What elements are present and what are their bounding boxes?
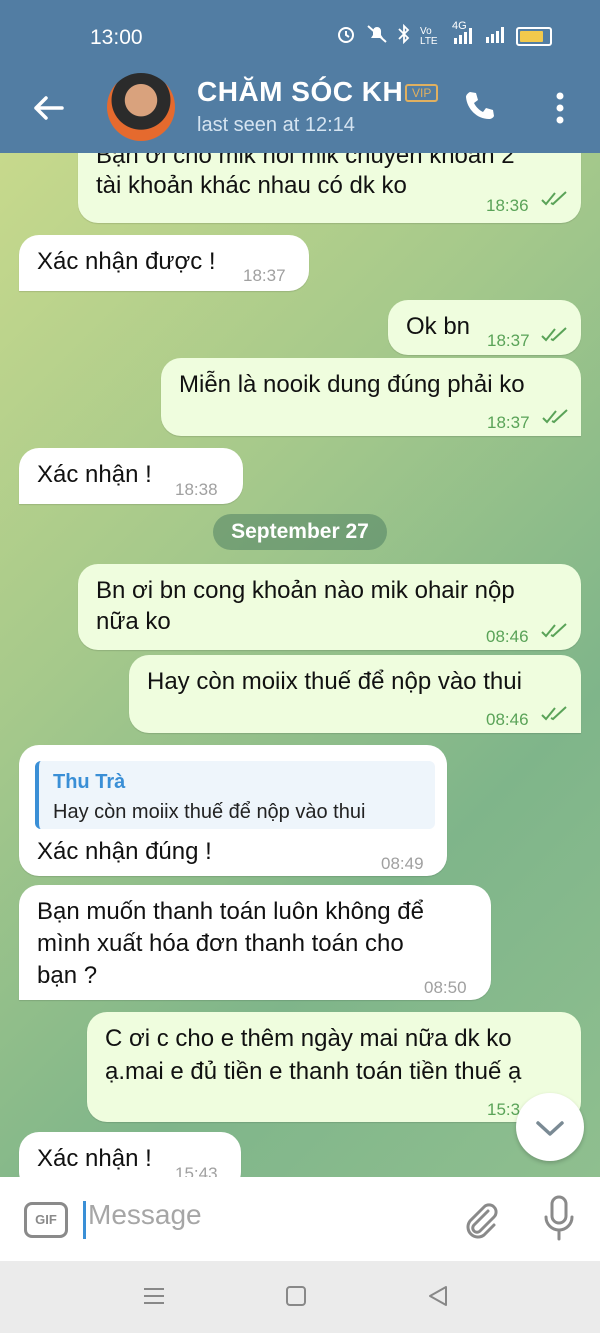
message-text: Xác nhận !	[37, 1145, 152, 1172]
message-time: 08:49	[381, 854, 424, 873]
chevron-down-icon	[536, 1121, 564, 1136]
message-time: 15:43	[175, 1164, 218, 1177]
message-outgoing[interactable]: Bn ơi bn cong khoản nào mik ohair nộp nữ…	[78, 564, 581, 650]
menu-icon[interactable]	[141, 1283, 167, 1309]
signal-icon	[484, 25, 506, 48]
double-check-icon	[541, 623, 567, 638]
bluetooth-icon	[398, 23, 410, 49]
gif-button[interactable]: GIF	[24, 1202, 68, 1238]
chat-title[interactable]: CHĂM SÓC KH	[197, 76, 403, 108]
message-text: Ok bn	[406, 313, 471, 340]
alarm-icon	[336, 24, 356, 49]
message-text: Bn ơi bn cong khoản nào mik ohair nộp	[96, 577, 515, 604]
message-text: tài khoản khác nhau có dk ko	[96, 172, 407, 199]
message-text: bạn ?	[37, 962, 98, 989]
scroll-down-button[interactable]	[516, 1093, 584, 1161]
network-label: 4G	[452, 20, 467, 32]
message-text: nữa ko	[96, 608, 171, 635]
reply-text: Hay còn moiix thuế để nộp vào thui	[53, 801, 366, 823]
message-time: 18:36	[486, 196, 529, 215]
system-nav-bar	[0, 1261, 600, 1333]
message-incoming[interactable]: Bạn muốn thanh toán luôn không để mình x…	[19, 885, 491, 1000]
phone-icon[interactable]	[462, 88, 498, 124]
microphone-icon[interactable]	[542, 1195, 576, 1241]
message-time: 18:38	[175, 480, 218, 499]
message-outgoing[interactable]: Miễn là nooik dung đúng phải ko 18:37	[161, 358, 581, 436]
message-time: 18:37	[487, 331, 530, 350]
text-cursor	[83, 1201, 86, 1239]
message-text: Xác nhận !	[37, 461, 152, 488]
message-input[interactable]: Message	[88, 1199, 202, 1231]
message-text: ạ.mai e đủ tiền e thanh toán tiền thuế ạ	[105, 1058, 522, 1085]
message-text: Xác nhận đúng !	[37, 838, 212, 865]
message-text: Bạn ơi cho mik hỏi mik chuyển khoản 2	[96, 153, 515, 169]
chat-header: CHĂM SÓC KH VIP last seen at 12:14	[0, 68, 600, 153]
message-outgoing[interactable]: Hay còn moiix thuế để nộp vào thui 08:46	[129, 655, 581, 733]
vip-badge: VIP	[405, 84, 439, 102]
double-check-icon	[541, 327, 567, 342]
battery-fill	[520, 31, 543, 42]
message-text: Bạn muốn thanh toán luôn không để	[37, 898, 424, 925]
message-time: 08:46	[486, 627, 529, 646]
message-time: 18:37	[487, 413, 530, 432]
reply-preview[interactable]: Thu Trà Hay còn moiix thuế để nộp vào th…	[35, 761, 435, 829]
message-time: 18:37	[243, 266, 286, 285]
message-outgoing[interactable]: C ơi c cho e thêm ngày mai nữa dk ko ạ.m…	[87, 1012, 581, 1122]
4g-signal-icon: 4G	[452, 20, 474, 47]
mute-icon	[366, 24, 388, 49]
message-input-bar: GIF Message	[0, 1177, 600, 1261]
paperclip-icon[interactable]	[460, 1199, 500, 1239]
message-text: Xác nhận được !	[37, 248, 216, 275]
double-check-icon	[541, 191, 567, 206]
back-icon[interactable]	[426, 1283, 450, 1309]
status-bar: 13:00 Vo LTE 4G	[0, 0, 600, 68]
double-check-icon	[541, 706, 567, 721]
message-text: Miễn là nooik dung đúng phải ko	[179, 371, 525, 398]
message-text: C ơi c cho e thêm ngày mai nữa dk ko	[105, 1025, 512, 1052]
message-incoming[interactable]: Xác nhận ! 15:43	[19, 1132, 241, 1177]
avatar[interactable]	[107, 73, 175, 141]
more-vert-icon[interactable]	[550, 90, 570, 126]
clock: 13:00	[90, 26, 143, 49]
back-arrow-icon[interactable]	[28, 88, 68, 128]
message-time: 08:46	[486, 710, 529, 729]
last-seen-status: last seen at 12:14	[197, 114, 355, 136]
double-check-icon	[542, 409, 568, 424]
battery-icon	[516, 27, 552, 46]
message-time: 08:50	[424, 978, 467, 997]
volte-icon: Vo LTE	[420, 25, 438, 47]
message-text: mình xuất hóa đơn thanh toán cho	[37, 930, 404, 957]
message-outgoing[interactable]: Bạn ơi cho mik hỏi mik chuyển khoản 2 tà…	[78, 153, 581, 223]
message-incoming[interactable]: Xác nhận ! 18:38	[19, 448, 243, 504]
home-icon[interactable]	[284, 1283, 308, 1309]
date-separator: September 27	[213, 514, 387, 550]
message-incoming[interactable]: Xác nhận được ! 18:37	[19, 235, 309, 291]
message-incoming[interactable]: Thu Trà Hay còn moiix thuế để nộp vào th…	[19, 745, 447, 876]
reply-sender: Thu Trà	[53, 771, 126, 793]
message-outgoing[interactable]: Ok bn 18:37	[388, 300, 581, 355]
message-text: Hay còn moiix thuế để nộp vào thui	[147, 668, 522, 695]
chat-area[interactable]: Bạn ơi cho mik hỏi mik chuyển khoản 2 tà…	[0, 153, 600, 1177]
